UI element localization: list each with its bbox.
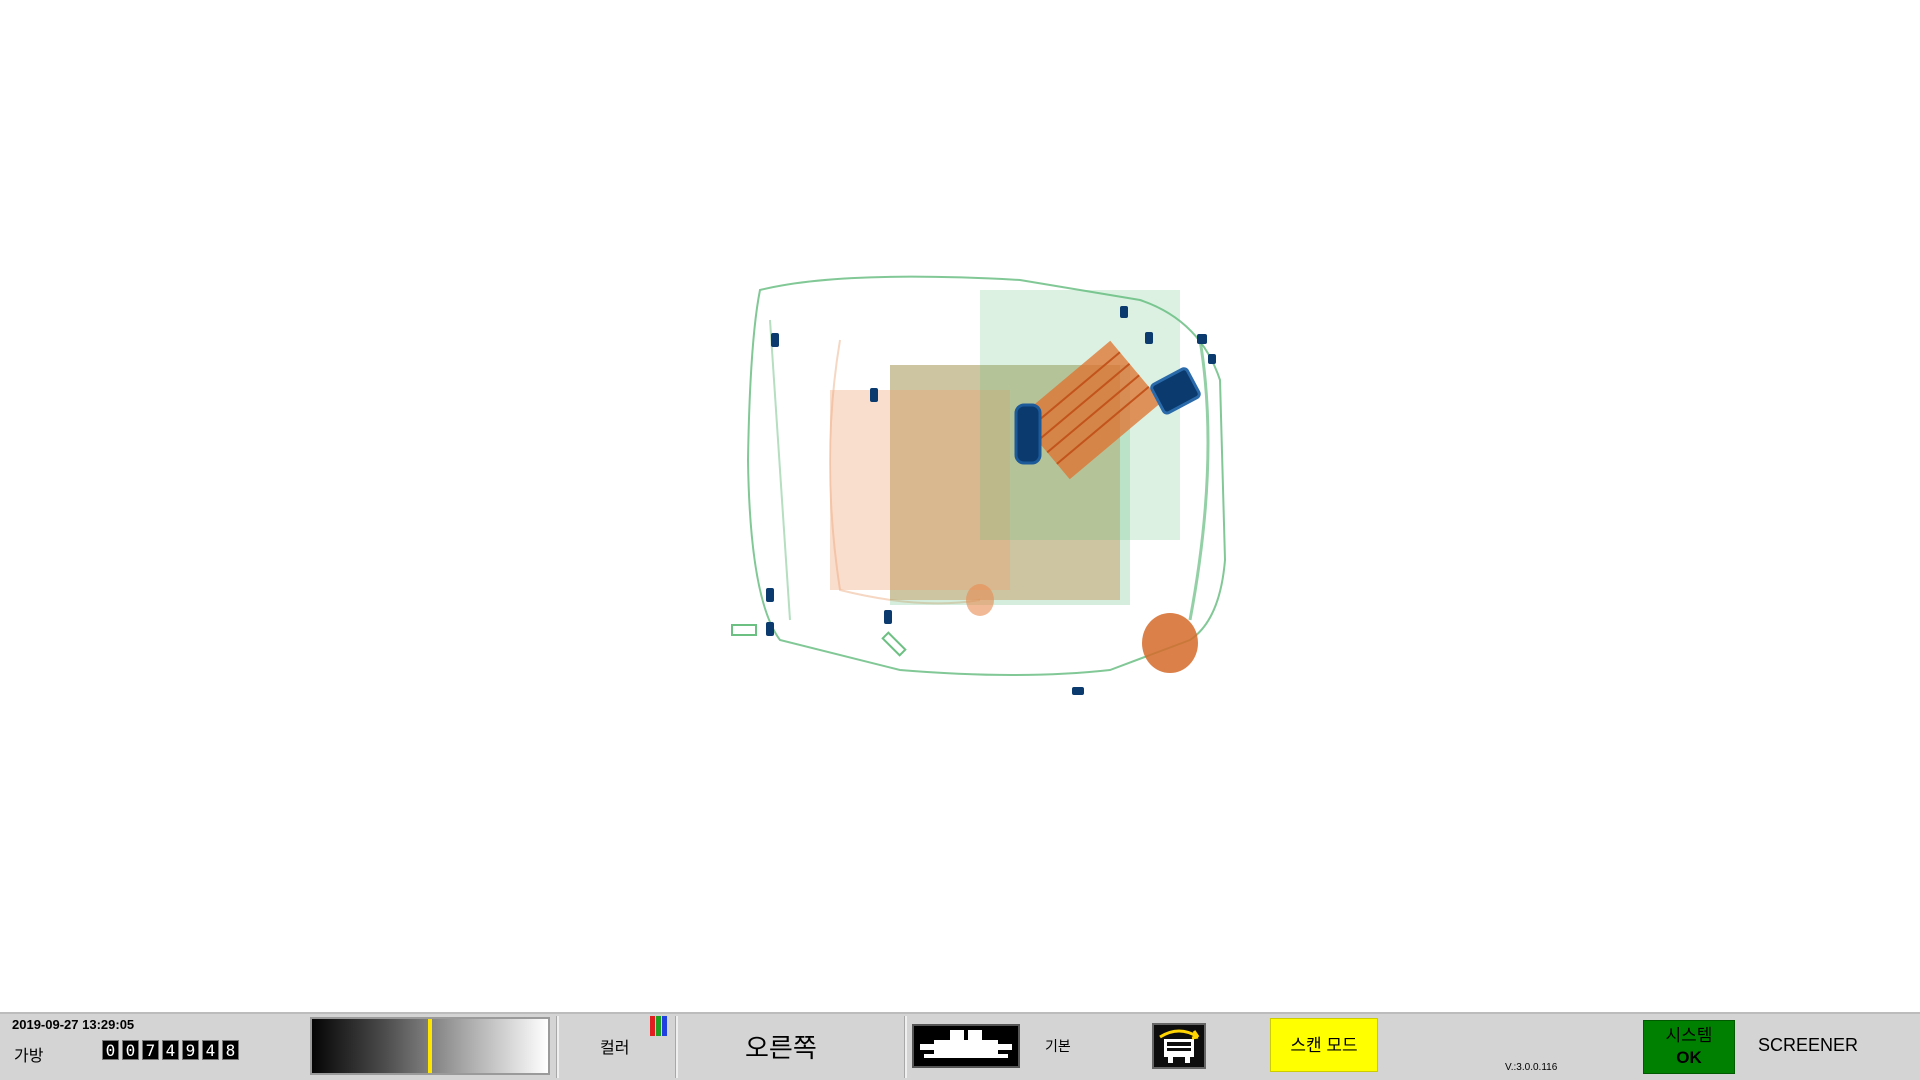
organic-blob	[1142, 613, 1198, 673]
bag-counter-digit: 0	[102, 1040, 119, 1060]
scan-mode-button[interactable]: 스캔 모드	[1270, 1018, 1378, 1072]
xray-bag-image	[731, 275, 1227, 695]
color-bar-green	[656, 1016, 661, 1036]
color-bar-blue	[662, 1016, 667, 1036]
system-status-indicator: 시스템 OK	[1643, 1020, 1735, 1074]
datetime: 2019-09-27 13:29:05	[12, 1017, 135, 1032]
direction-label[interactable]: 오른쪽	[745, 1028, 817, 1065]
bag-counter-digit: 4	[202, 1040, 219, 1060]
bag-counter-digit: 7	[142, 1040, 159, 1060]
conveyor-button[interactable]	[912, 1024, 1020, 1068]
divider	[675, 1016, 678, 1078]
bag-counter-digit: 4	[162, 1040, 179, 1060]
version-label: V.:3.0.0.116	[1505, 1062, 1558, 1073]
density-slider[interactable]	[310, 1017, 550, 1075]
xray-image-viewer[interactable]	[0, 0, 1920, 1012]
density-slider-handle[interactable]	[428, 1019, 432, 1073]
color-bars-icon[interactable]	[650, 1016, 668, 1036]
bag-counter-digit: 9	[182, 1040, 199, 1060]
zipper-pull	[771, 333, 779, 347]
divider	[556, 1016, 559, 1078]
conveyor-icon	[920, 1030, 1012, 1058]
bag-flip-icon	[1159, 1029, 1200, 1063]
bag-counter-digit: 8	[222, 1040, 239, 1060]
basic-mode-label: 기본	[1045, 1038, 1071, 1054]
system-status-title: 시스템	[1665, 1026, 1713, 1045]
status-bar: 2019-09-27 13:29:05 가방 0 0 7 4 9 4 8 컬러 …	[0, 1012, 1920, 1080]
color-label[interactable]: 컬러	[600, 1034, 629, 1058]
bag-mode-button[interactable]	[1152, 1023, 1206, 1069]
user-role-label: SCREENER	[1758, 1035, 1859, 1055]
divider	[904, 1016, 907, 1078]
bag-label: 가방	[14, 1048, 44, 1065]
color-bar-red	[650, 1016, 655, 1036]
bag-counter: 0 0 7 4 9 4 8	[102, 1040, 239, 1060]
system-status-value: OK	[1676, 1048, 1702, 1067]
bag-counter-digit: 0	[122, 1040, 139, 1060]
metal-object-cylinder	[1014, 403, 1042, 465]
